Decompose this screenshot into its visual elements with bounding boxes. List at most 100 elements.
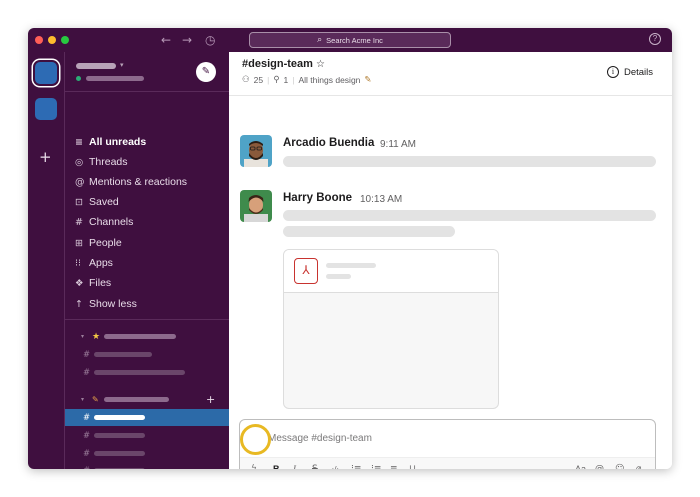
workspace-rail: +: [28, 52, 65, 469]
message-composer: ϟ B I S ‹/› ⁝≡ ⁝≡ ≡ ⊔ Aa @ ☺ ⌀: [239, 419, 656, 469]
channel-row[interactable]: #: [65, 427, 229, 444]
workspace-name-placeholder: [76, 63, 116, 69]
add-channel-icon[interactable]: +: [206, 393, 215, 406]
forward-arrow-icon[interactable]: →: [182, 32, 192, 48]
members-icon[interactable]: ⚇: [242, 75, 250, 85]
back-arrow-icon[interactable]: ←: [161, 32, 171, 48]
mention-icon[interactable]: @: [595, 464, 604, 469]
avatar[interactable]: [240, 190, 272, 222]
bullet-list-icon[interactable]: ⁝≡: [371, 464, 381, 469]
chevron-down-icon: ▾: [81, 396, 85, 403]
history-icon[interactable]: ◷: [205, 32, 215, 48]
channel-name-placeholder: [94, 468, 145, 469]
avatar-image: [240, 190, 272, 222]
channel-name-placeholder: [94, 451, 145, 456]
shortcut-highlight-ring: [240, 424, 271, 455]
member-count[interactable]: 25: [254, 75, 263, 85]
minimize-window-button[interactable]: [48, 36, 56, 44]
section-header-design[interactable]: ▾ ✎ +: [65, 391, 229, 408]
rocket-icon: ✎: [92, 395, 99, 404]
channel-view: #design-team ☆ ⚇ 25 | ⚲ 1 | All things d…: [229, 52, 672, 469]
channel-row-active[interactable]: #: [65, 409, 229, 426]
hash-icon: #: [83, 430, 91, 441]
people-icon: ⊞: [75, 237, 83, 249]
workspace-secondary[interactable]: [35, 98, 57, 120]
message-body-placeholder: [283, 226, 455, 237]
channel-title[interactable]: #design-team ☆: [242, 58, 325, 70]
channel-name: #design-team: [242, 58, 313, 70]
threads-icon: ◎: [75, 156, 84, 168]
sidebar-item-saved[interactable]: ⊡ Saved: [65, 193, 229, 211]
section-name-placeholder: [104, 334, 176, 339]
bold-button[interactable]: B: [273, 464, 280, 469]
add-workspace-icon[interactable]: +: [39, 148, 52, 166]
sidebar-item-mentions[interactable]: @ Mentions & reactions: [65, 173, 229, 191]
search-icon: ⌕: [317, 35, 323, 45]
sidebar-item-channels[interactable]: # Channels: [65, 213, 229, 231]
section-header-starred[interactable]: ▾ ★: [65, 328, 229, 345]
sidebar-item-threads[interactable]: ◎ Threads: [65, 153, 229, 171]
details-button[interactable]: i Details: [606, 66, 653, 78]
format-text-button[interactable]: Aa: [575, 464, 586, 469]
file-header: ⅄: [284, 250, 498, 293]
pin-icon[interactable]: ⚲: [273, 75, 279, 85]
hash-icon: #: [83, 448, 91, 459]
close-window-button[interactable]: [35, 36, 43, 44]
compose-icon[interactable]: ✎: [196, 62, 216, 82]
app-window: ← → ◷ ⌕ Search Acme Inc ? + ▾ ✎ ≡ All un…: [28, 28, 672, 469]
sidebar-item-all-unreads[interactable]: ≡ All unreads: [65, 133, 229, 151]
indent-icon[interactable]: ≡: [390, 464, 398, 469]
code-button[interactable]: ‹/›: [331, 465, 340, 469]
sidebar-item-people[interactable]: ⊞ People: [65, 234, 229, 252]
workspace-active[interactable]: [35, 62, 57, 84]
sidebar: ▾ ✎ ≡ All unreads ◎ Threads @ Mentions &…: [65, 52, 229, 469]
hash-icon: #: [83, 367, 91, 378]
emoji-icon[interactable]: ☺: [615, 464, 624, 469]
strikethrough-button[interactable]: S: [312, 464, 318, 469]
sidebar-item-label: All unreads: [89, 136, 147, 148]
code-block-icon[interactable]: ⊔: [409, 464, 416, 469]
message-body-placeholder: [283, 210, 656, 221]
info-icon: i: [606, 66, 619, 78]
attach-paperclip-icon[interactable]: ⌀: [636, 464, 641, 469]
shortcuts-lightning-icon[interactable]: ϟ: [251, 464, 257, 469]
channel-row[interactable]: #: [65, 346, 229, 363]
avatar-image: [240, 135, 272, 167]
message-timestamp[interactable]: 9:11 AM: [380, 139, 416, 150]
search-bar[interactable]: ⌕ Search Acme Inc: [249, 32, 451, 48]
sidebar-item-apps[interactable]: ⁝⁝ Apps: [65, 254, 229, 272]
star-icon[interactable]: ☆: [316, 59, 325, 70]
details-label: Details: [623, 66, 653, 78]
hash-icon: #: [75, 216, 83, 228]
channel-meta: ⚇ 25 | ⚲ 1 | All things design ✎: [242, 75, 372, 85]
italic-button[interactable]: I: [293, 464, 296, 469]
ordered-list-icon[interactable]: ⁝≡: [351, 464, 361, 469]
user-name-placeholder: [86, 76, 144, 81]
message-input[interactable]: [241, 421, 654, 455]
channel-topic[interactable]: All things design: [299, 75, 361, 85]
hash-icon: #: [83, 466, 90, 470]
meta-divider: |: [267, 75, 270, 85]
bookmark-icon: ⊡: [75, 196, 83, 208]
avatar[interactable]: [240, 135, 272, 167]
channel-header: #design-team ☆ ⚇ 25 | ⚲ 1 | All things d…: [229, 52, 672, 96]
hash-icon: #: [83, 412, 91, 423]
channel-name-placeholder: [94, 370, 185, 375]
sidebar-item-label: Threads: [89, 156, 128, 168]
sidebar-item-files[interactable]: ❖ Files: [65, 274, 229, 292]
sidebar-item-label: Files: [89, 277, 112, 289]
file-attachment[interactable]: ⅄: [283, 249, 499, 409]
channel-row[interactable]: #: [65, 445, 229, 462]
channel-row[interactable]: #: [65, 364, 229, 381]
sidebar-item-show-less[interactable]: ↑ Show less: [65, 295, 229, 313]
channel-row[interactable]: #: [65, 462, 229, 469]
search-placeholder: Search Acme Inc: [326, 35, 383, 45]
workspace-header[interactable]: ▾ ✎: [65, 52, 229, 92]
message-author[interactable]: Arcadio Buendia: [283, 137, 374, 149]
message-timestamp[interactable]: 10:13 AM: [360, 194, 402, 205]
pin-count[interactable]: 1: [284, 75, 289, 85]
zoom-window-button[interactable]: [61, 36, 69, 44]
help-icon[interactable]: ?: [649, 33, 661, 45]
meta-divider: |: [292, 75, 295, 85]
message-author[interactable]: Harry Boone: [283, 192, 352, 204]
